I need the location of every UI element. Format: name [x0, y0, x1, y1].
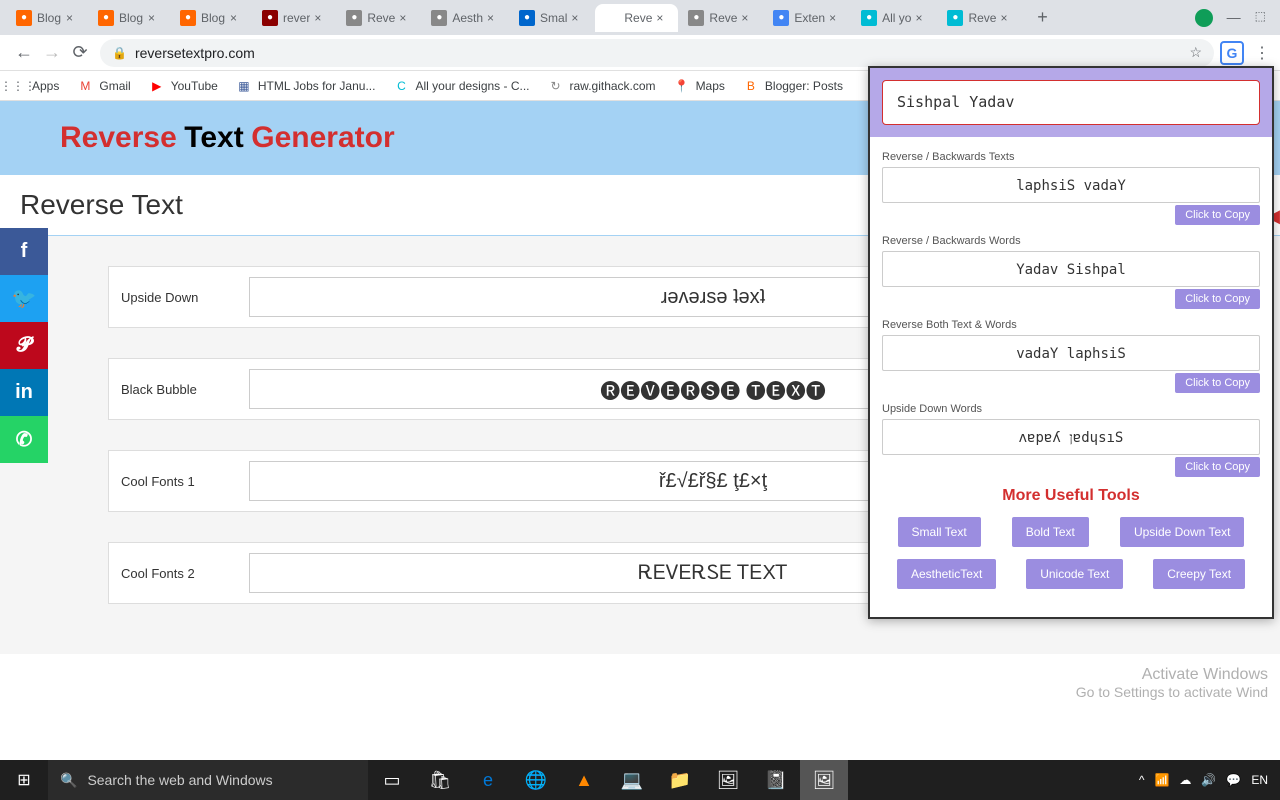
browser-tab[interactable]: ●Reve×: [595, 4, 678, 32]
extension-text-input[interactable]: [897, 93, 1245, 111]
taskbar-photos-icon[interactable]: 🖼: [800, 760, 848, 800]
taskbar-store-icon[interactable]: 🛍: [416, 760, 464, 800]
copy-button[interactable]: Click to Copy: [1175, 457, 1260, 477]
minimize-button[interactable]: —: [1227, 9, 1241, 27]
browser-tab-strip: ●Blog×●Blog×●Blog×●rever×●Reve×●Aesth×●S…: [0, 0, 1280, 35]
bookmark-item[interactable]: 📍Maps: [674, 78, 725, 94]
star-icon[interactable]: ☆: [1189, 44, 1202, 61]
ext-more-tools-heading: More Useful Tools: [882, 487, 1260, 505]
social-share-sidebar: f 🐦 𝓟 in ✆: [0, 228, 48, 463]
tab-close-icon[interactable]: ×: [230, 11, 244, 25]
tray-notification-icon[interactable]: 💬: [1226, 773, 1241, 787]
new-tab-button[interactable]: +: [1028, 4, 1056, 32]
tray-language[interactable]: EN: [1251, 773, 1268, 787]
tab-close-icon[interactable]: ×: [829, 11, 843, 25]
reload-button[interactable]: ⟳: [66, 39, 94, 67]
share-pinterest-button[interactable]: 𝓟: [0, 322, 48, 369]
share-whatsapp-button[interactable]: ✆: [0, 416, 48, 463]
bookmark-item[interactable]: ▶YouTube: [149, 78, 218, 94]
taskbar-chrome-icon[interactable]: 🌐: [512, 760, 560, 800]
browser-tab[interactable]: ●All yo×: [853, 4, 937, 32]
ext-output-box[interactable]: ʌɐpɐʎ ןɐdɥsıS: [882, 419, 1260, 455]
extension-popup: Reverse / Backwards Texts laphsiS vadaY …: [868, 66, 1274, 619]
browser-tab[interactable]: ●Smal×: [511, 4, 593, 32]
browser-tab[interactable]: ●Reve×: [939, 4, 1022, 32]
copy-button[interactable]: Click to Copy: [1175, 373, 1260, 393]
bookmark-item[interactable]: ▦HTML Jobs for Janu...: [236, 78, 376, 94]
taskbar-app-icon[interactable]: 💻: [608, 760, 656, 800]
ext-tool-button[interactable]: Bold Text: [1012, 517, 1089, 547]
tab-close-icon[interactable]: ×: [741, 11, 755, 25]
ext-tool-button[interactable]: AestheticText: [897, 559, 996, 589]
bookmark-item[interactable]: ↻raw.githack.com: [548, 78, 656, 94]
taskbar-search-input[interactable]: 🔍 Search the web and Windows: [48, 760, 368, 800]
extension-badge[interactable]: G: [1220, 41, 1244, 65]
tab-close-icon[interactable]: ×: [571, 11, 585, 25]
card-label: Upside Down: [109, 290, 249, 305]
browser-tab[interactable]: ●Exten×: [765, 4, 851, 32]
ext-tool-button[interactable]: Unicode Text: [1026, 559, 1123, 589]
bookmark-item[interactable]: BBlogger: Posts: [743, 78, 843, 94]
close-window-button[interactable]: ⬚: [1255, 9, 1266, 27]
tab-close-icon[interactable]: ×: [656, 11, 670, 25]
taskbar-app3-icon[interactable]: 📓: [752, 760, 800, 800]
browser-tab[interactable]: ●Reve×: [680, 4, 763, 32]
tab-close-icon[interactable]: ×: [66, 11, 80, 25]
windows-taskbar: ⊞ 🔍 Search the web and Windows ▭ 🛍 e 🌐 ▲…: [0, 760, 1280, 800]
windows-activation-watermark: Activate Windows Go to Settings to activ…: [1076, 666, 1268, 700]
ext-output-box[interactable]: Yadav Sishpal: [882, 251, 1260, 287]
ext-output-box[interactable]: laphsiS vadaY: [882, 167, 1260, 203]
system-tray[interactable]: ^ 📶 ☁ 🔊 💬 EN: [1139, 773, 1280, 787]
tab-close-icon[interactable]: ×: [148, 11, 162, 25]
tray-wifi-icon[interactable]: 📶: [1154, 773, 1169, 787]
taskbar-vlc-icon[interactable]: ▲: [560, 760, 608, 800]
back-button[interactable]: ←: [10, 39, 38, 67]
ext-section-label: Reverse / Backwards Texts: [882, 151, 1260, 163]
ext-tool-button[interactable]: Small Text: [898, 517, 981, 547]
browser-tab[interactable]: ●Blog×: [172, 4, 252, 32]
menu-icon[interactable]: ⋮: [1254, 43, 1270, 63]
tab-close-icon[interactable]: ×: [399, 11, 413, 25]
profile-badge[interactable]: [1195, 9, 1213, 27]
start-button[interactable]: ⊞: [0, 760, 48, 800]
bookmark-item[interactable]: MGmail: [77, 78, 130, 94]
ext-section-label: Reverse Both Text & Words: [882, 319, 1260, 331]
ext-section-label: Reverse / Backwards Words: [882, 235, 1260, 247]
browser-tab[interactable]: ●Aesth×: [423, 4, 509, 32]
url-text: reversetextpro.com: [135, 45, 255, 61]
tray-chevron-icon[interactable]: ^: [1139, 773, 1145, 787]
tab-close-icon[interactable]: ×: [915, 11, 929, 25]
forward-button[interactable]: →: [38, 39, 66, 67]
card-label: Cool Fonts 1: [109, 474, 249, 489]
taskbar-app2-icon[interactable]: 🖼: [704, 760, 752, 800]
bookmark-item[interactable]: ⋮⋮⋮Apps: [10, 78, 59, 94]
tab-close-icon[interactable]: ×: [1000, 11, 1014, 25]
card-label: Cool Fonts 2: [109, 566, 249, 581]
ext-section-label: Upside Down Words: [882, 403, 1260, 415]
ext-tool-button[interactable]: Creepy Text: [1153, 559, 1245, 589]
browser-tab[interactable]: ●Blog×: [8, 4, 88, 32]
browser-tab[interactable]: ●Reve×: [338, 4, 421, 32]
browser-tab[interactable]: ●rever×: [254, 4, 336, 32]
share-facebook-button[interactable]: f: [0, 228, 48, 275]
task-view-button[interactable]: ▭: [368, 760, 416, 800]
copy-button[interactable]: Click to Copy: [1175, 289, 1260, 309]
bookmark-item[interactable]: CAll your designs - C...: [393, 78, 529, 94]
window-controls: — ⬚: [1195, 9, 1272, 27]
ext-tool-button[interactable]: Upside Down Text: [1120, 517, 1245, 547]
copy-button[interactable]: Click to Copy: [1175, 205, 1260, 225]
ext-output-box[interactable]: vadaY laphsiS: [882, 335, 1260, 371]
tab-close-icon[interactable]: ×: [487, 11, 501, 25]
tray-volume-icon[interactable]: 🔊: [1201, 773, 1216, 787]
browser-tab[interactable]: ●Blog×: [90, 4, 170, 32]
taskbar-edge-icon[interactable]: e: [464, 760, 512, 800]
card-label: Black Bubble: [109, 382, 249, 397]
share-linkedin-button[interactable]: in: [0, 369, 48, 416]
taskbar-explorer-icon[interactable]: 📁: [656, 760, 704, 800]
tab-close-icon[interactable]: ×: [314, 11, 328, 25]
url-input[interactable]: 🔒 reversetextpro.com ☆: [100, 39, 1214, 67]
share-twitter-button[interactable]: 🐦: [0, 275, 48, 322]
lock-icon: 🔒: [112, 46, 127, 60]
tray-onedrive-icon[interactable]: ☁: [1179, 773, 1191, 787]
